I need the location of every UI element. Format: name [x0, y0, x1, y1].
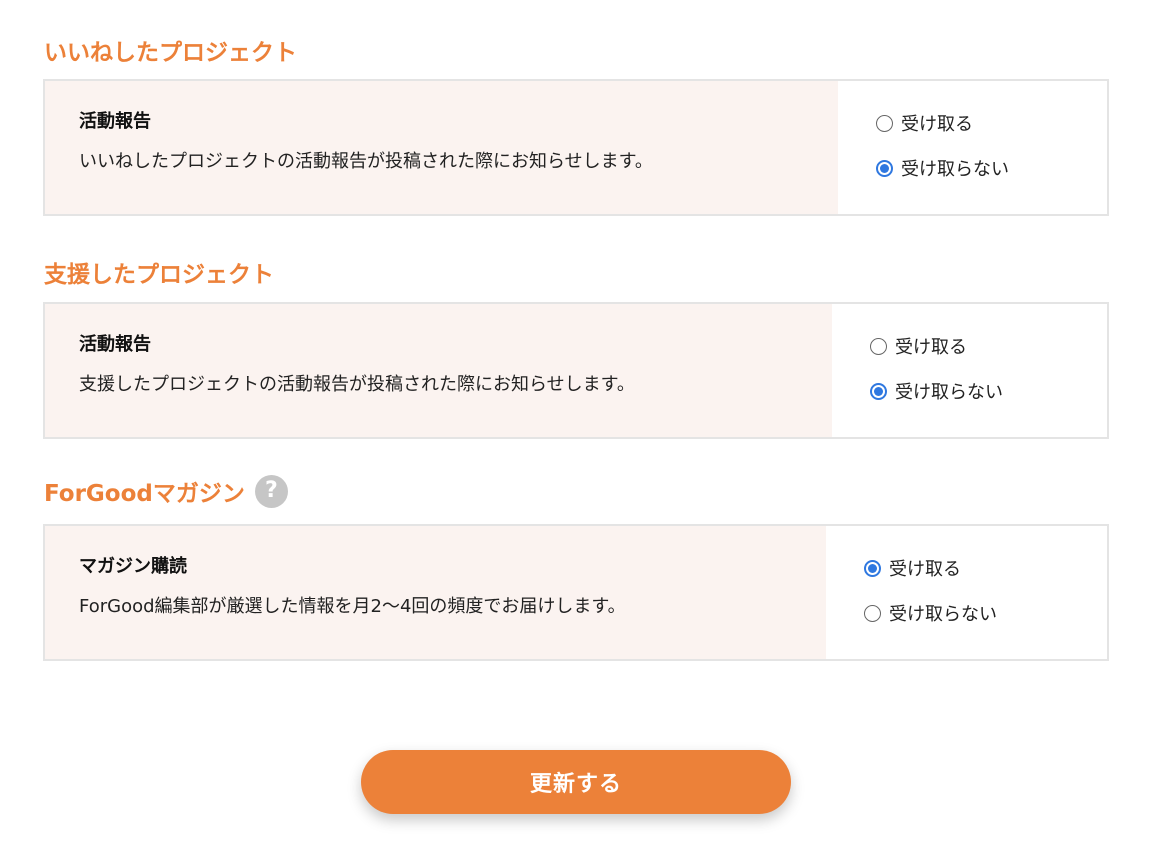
radio-option-not-receive[interactable]: 受け取らない — [876, 155, 1009, 181]
card-description-panel: 活動報告 支援したプロジェクトの活動報告が投稿された際にお知らせします。 — [45, 304, 832, 437]
radio-checked-icon[interactable] — [864, 559, 881, 577]
radio-option-receive[interactable]: 受け取る — [876, 110, 973, 136]
radio-label: 受け取らない — [901, 159, 1009, 180]
notification-card-magazine: マガジン購読 ForGood編集部が厳選した情報を月2〜4回の頻度でお届けします… — [43, 524, 1109, 661]
notification-card-liked-projects: 活動報告 いいねしたプロジェクトの活動報告が投稿された際にお知らせします。 受け… — [43, 79, 1109, 216]
help-icon[interactable]: ? — [254, 474, 288, 508]
radio-group-liked-projects: 受け取る 受け取らない — [838, 81, 1107, 214]
card-label: 活動報告 — [79, 111, 151, 132]
radio-option-receive[interactable]: 受け取る — [864, 555, 961, 581]
card-description: いいねしたプロジェクトの活動報告が投稿された際にお知らせします。 — [79, 151, 653, 172]
radio-checked-icon[interactable] — [876, 159, 893, 177]
section-title-liked-projects: いいねしたプロジェクト — [44, 33, 297, 67]
card-description: 支援したプロジェクトの活動報告が投稿された際にお知らせします。 — [79, 374, 635, 395]
radio-group-supported-projects: 受け取る 受け取らない — [832, 304, 1107, 437]
radio-label: 受け取らない — [889, 604, 997, 625]
section-title-supported-projects: 支援したプロジェクト — [44, 255, 274, 289]
radio-unchecked-icon[interactable] — [864, 604, 881, 622]
section-title-text: ForGoodマガジン — [44, 481, 245, 507]
card-description: ForGood編集部が厳選した情報を月2〜4回の頻度でお届けします。 — [79, 596, 626, 617]
radio-group-magazine: 受け取る 受け取らない — [826, 526, 1107, 659]
section-title-text: いいねしたプロジェクト — [44, 40, 297, 66]
card-description-panel: 活動報告 いいねしたプロジェクトの活動報告が投稿された際にお知らせします。 — [45, 81, 838, 214]
radio-label: 受け取る — [901, 114, 973, 135]
radio-unchecked-icon[interactable] — [870, 337, 887, 355]
card-label: マガジン購読 — [79, 556, 187, 577]
radio-checked-icon[interactable] — [870, 382, 887, 400]
card-label: 活動報告 — [79, 334, 151, 355]
radio-label: 受け取る — [889, 559, 961, 580]
radio-option-receive[interactable]: 受け取る — [870, 333, 967, 359]
radio-option-not-receive[interactable]: 受け取らない — [870, 378, 1003, 404]
notification-card-supported-projects: 活動報告 支援したプロジェクトの活動報告が投稿された際にお知らせします。 受け取… — [43, 302, 1109, 439]
card-description-panel: マガジン購読 ForGood編集部が厳選した情報を月2〜4回の頻度でお届けします… — [45, 526, 826, 659]
radio-label: 受け取らない — [895, 382, 1003, 403]
radio-unchecked-icon[interactable] — [876, 114, 893, 132]
radio-label: 受け取る — [895, 337, 967, 358]
section-title-text: 支援したプロジェクト — [44, 262, 274, 288]
radio-option-not-receive[interactable]: 受け取らない — [864, 600, 997, 626]
section-title-forgood-magazine: ForGoodマガジン ? — [44, 474, 288, 508]
update-button[interactable]: 更新する — [361, 750, 791, 814]
